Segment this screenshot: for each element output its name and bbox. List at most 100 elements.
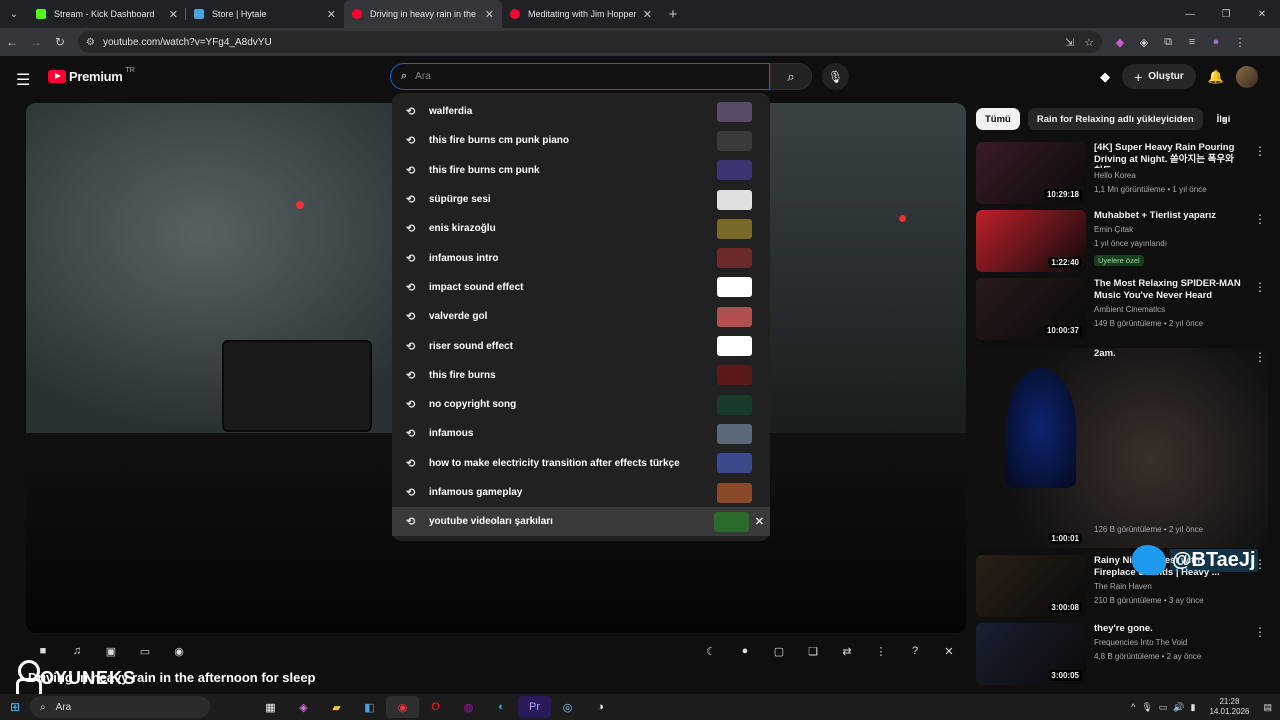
chevron-up-icon[interactable]: ^	[1131, 702, 1135, 712]
edge-icon[interactable]: ◐	[485, 696, 518, 718]
chip-uploader[interactable]: Rain for Relaxing adlı yükleyiciden	[1027, 108, 1203, 130]
search-suggestion[interactable]: ⟲ no copyright song	[392, 390, 770, 419]
close-tab-icon[interactable]: ✕	[327, 8, 336, 21]
close-icon[interactable]: ✕	[932, 645, 966, 658]
tab-youtube-meditating[interactable]: Meditating with Jim Hopper in ✕	[502, 0, 660, 28]
bookmark-star-icon[interactable]: ☆	[1084, 36, 1094, 49]
install-app-icon[interactable]: ⇲	[1065, 36, 1074, 49]
search-suggestion[interactable]: ⟲ enis kirazoğlu	[392, 214, 770, 243]
miniplayer-icon[interactable]: ▢	[762, 645, 796, 658]
video-title[interactable]: they're gone.	[1094, 623, 1244, 635]
obs-studio-icon[interactable]: ◑	[584, 696, 617, 718]
premiere-icon[interactable]: Pr	[518, 696, 551, 718]
tab-kick[interactable]: Stream - Kick Dashboard ✕	[28, 0, 186, 28]
new-tab-icon[interactable]: +	[660, 6, 686, 23]
minimize-icon[interactable]: —	[1172, 0, 1208, 28]
taskbar-search[interactable]: ⌕ Ara	[30, 696, 210, 718]
forward-icon[interactable]: →	[24, 35, 48, 49]
screenshot-camera-icon[interactable]: ◉	[162, 645, 196, 658]
chrome-icon[interactable]: ◉	[386, 696, 419, 718]
video-title[interactable]: 2am.	[1094, 348, 1244, 360]
music-note-icon[interactable]: ♫	[60, 645, 94, 657]
profile-icon[interactable]: ●	[1204, 36, 1228, 49]
browser-menu-icon[interactable]: ⋮	[1228, 36, 1252, 49]
search-suggestion[interactable]: ⟲ this fire burns cm punk	[392, 156, 770, 185]
recommended-video[interactable]: 10:00:37 The Most Relaxing SPIDER-MAN Mus…	[976, 278, 1266, 340]
search-box[interactable]: ⌕	[390, 63, 770, 90]
volume-icon[interactable]: 🔊	[1173, 702, 1184, 713]
file-explorer-icon[interactable]: ▰	[320, 696, 353, 718]
search-suggestion[interactable]: ⟲ this fire burns cm punk piano	[392, 126, 770, 155]
more-options-icon[interactable]: ⋮	[1254, 350, 1266, 364]
channel-name[interactable]: Hello Korea	[1094, 170, 1244, 182]
copilot-icon[interactable]: ◈	[287, 696, 320, 718]
channel-name[interactable]: Emin Çıtak	[1094, 224, 1244, 236]
video-title[interactable]: [4K] Super Heavy Rain Pouring Driving at…	[1094, 142, 1244, 168]
avatar[interactable]	[1236, 65, 1258, 88]
more-options-icon[interactable]: ⋮	[864, 645, 898, 658]
captions-icon[interactable]: ▭	[128, 645, 162, 658]
extension-icon[interactable]: ◆	[1108, 36, 1132, 49]
help-icon[interactable]: ?	[898, 645, 932, 657]
repeat-icon[interactable]: ⇄	[830, 645, 864, 658]
more-options-icon[interactable]: ⋮	[1254, 280, 1266, 294]
more-options-icon[interactable]: ⋮	[1254, 625, 1266, 639]
steam-icon[interactable]: ◎	[551, 696, 584, 718]
clock[interactable]: 21:28 14.01.2026	[1209, 697, 1249, 717]
video-thumbnail[interactable]: 3:00:08	[976, 555, 1086, 617]
search-suggestion[interactable]: ⟲ youtube videoları şarkıları ✕	[392, 507, 770, 537]
search-suggestion[interactable]: ⟲ walferdia	[392, 97, 770, 126]
media-control-icon[interactable]: ≡	[1180, 36, 1204, 49]
guide-menu-icon[interactable]: ☰	[16, 70, 30, 90]
search-suggestion[interactable]: ⟲ infamous	[392, 419, 770, 448]
store-icon[interactable]: ◧	[353, 696, 386, 718]
close-tab-icon[interactable]: ✕	[643, 8, 652, 21]
chip-all[interactable]: Tümü	[976, 108, 1020, 130]
search-suggestion[interactable]: ⟲ riser sound effect	[392, 331, 770, 360]
video-camera-icon[interactable]: ■	[26, 645, 60, 657]
channel-name[interactable]: Ambient Cinematics	[1094, 304, 1244, 316]
chevron-right-icon[interactable]: ›	[1222, 112, 1226, 126]
youtube-premium-logo[interactable]: Premium TR	[48, 67, 135, 84]
channel-name[interactable]: The Rain Haven	[1094, 581, 1244, 593]
network-icon[interactable]: ▭	[1159, 702, 1168, 713]
extension-shortcut-icon[interactable]: ◆	[1100, 69, 1110, 85]
search-suggestion[interactable]: ⟲ how to make electricity transition afte…	[392, 449, 770, 478]
channel-name[interactable]: Frequencies Into The Void	[1094, 637, 1244, 649]
tab-hytale[interactable]: Store | Hytale ✕	[186, 0, 344, 28]
video-thumbnail[interactable]: 10:00:37	[976, 278, 1086, 340]
more-options-icon[interactable]: ⋮	[1254, 212, 1266, 226]
search-button[interactable]: ⌕	[770, 63, 812, 90]
search-suggestion[interactable]: ⟲ this fire burns	[392, 361, 770, 390]
site-info-icon[interactable]: ⚙	[86, 37, 95, 48]
search-suggestion[interactable]: ⟲ infamous gameplay	[392, 478, 770, 507]
recommended-video[interactable]: 1:22:40 Muhabbet + Tierlist yaparız Emin Ç…	[976, 210, 1266, 272]
recommended-video[interactable]: 3:00:05 they're gone. Frequencies Into The…	[976, 623, 1266, 685]
remove-suggestion-icon[interactable]: ✕	[755, 515, 764, 528]
recommended-video[interactable]: 10:29:18 [4K] Super Heavy Rain Pouring Dr…	[976, 142, 1266, 204]
search-suggestion[interactable]: ⟲ infamous intro	[392, 243, 770, 272]
video-thumbnail[interactable]: 3:00:05	[976, 623, 1086, 685]
search-suggestion[interactable]: ⟲ valverde gol	[392, 302, 770, 331]
extension-icon[interactable]: ◈	[1132, 36, 1156, 49]
battery-icon[interactable]: ▮	[1190, 702, 1195, 713]
create-button[interactable]: + Oluştur	[1122, 64, 1196, 89]
stack-icon[interactable]: ❏	[796, 645, 830, 658]
extensions-puzzle-icon[interactable]: ⧉	[1156, 36, 1180, 49]
search-suggestion[interactable]: ⟲ impact sound effect	[392, 273, 770, 302]
voice-search-button[interactable]: 🎙	[822, 63, 849, 90]
more-options-icon[interactable]: ⋮	[1254, 144, 1266, 158]
restore-icon[interactable]: ❐	[1208, 0, 1244, 28]
microphone-icon[interactable]: 🎙	[1141, 702, 1152, 713]
recommended-video[interactable]: 1:00:01 2am. 126 B görüntüleme • 2 yıl önc…	[976, 348, 1266, 548]
address-bar[interactable]: ⚙ youtube.com/watch?v=YFg4_A8dvYU ⇲ ☆	[78, 31, 1102, 53]
reload-icon[interactable]: ↻	[48, 35, 72, 49]
back-icon[interactable]: ←	[0, 35, 24, 49]
image-icon[interactable]: ▣	[94, 645, 128, 658]
search-input[interactable]	[415, 71, 736, 82]
task-view-icon[interactable]: ▦	[254, 696, 287, 718]
windows-start-icon[interactable]: ⊞	[0, 700, 30, 714]
video-title[interactable]: Muhabbet + Tierlist yaparız	[1094, 210, 1244, 222]
close-tab-icon[interactable]: ✕	[485, 8, 494, 21]
close-tab-icon[interactable]: ✕	[169, 8, 178, 21]
